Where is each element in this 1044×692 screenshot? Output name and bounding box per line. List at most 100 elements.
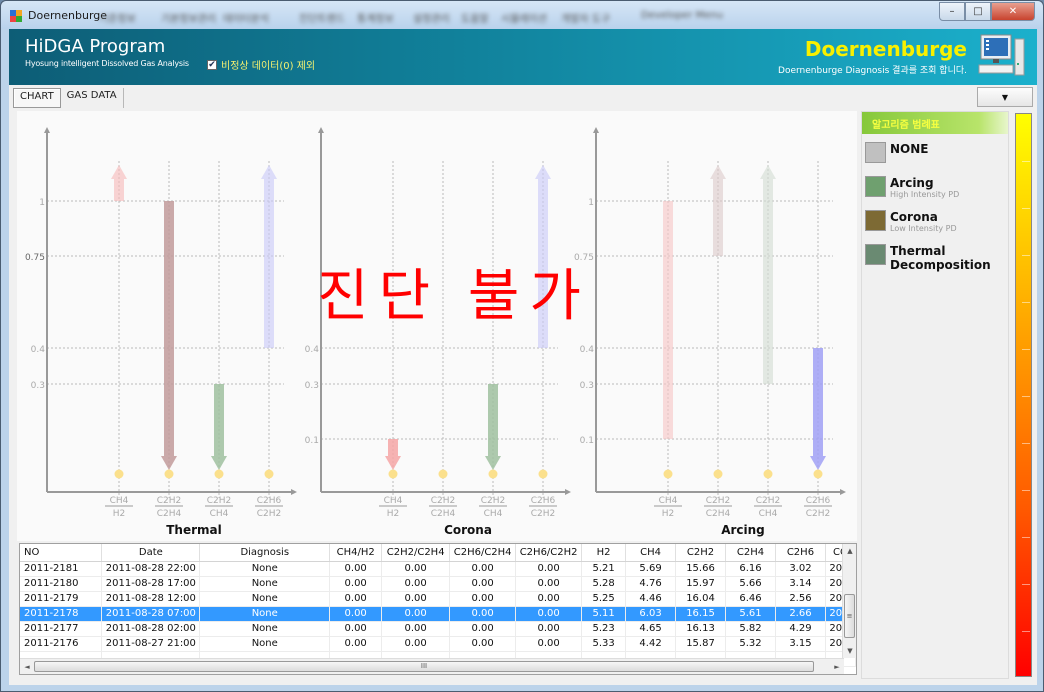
- table-cell: 5.28: [581, 576, 627, 592]
- table-cell: 2011-08-28 12:00: [101, 591, 201, 607]
- column-header[interactable]: C2H6: [775, 544, 826, 562]
- category-label-numerator: C2H6: [531, 496, 556, 506]
- table-cell: 0.00: [449, 576, 517, 592]
- table-cell: 0.00: [329, 621, 383, 637]
- column-header[interactable]: C2H4: [725, 544, 776, 562]
- table-cell: 2011-2177: [20, 621, 103, 637]
- table-cell: 5.23: [581, 621, 627, 637]
- y-tick-label: 0.4: [31, 345, 46, 355]
- range-bar: [713, 179, 723, 256]
- legend-item: Corona Low Intensity PD: [862, 206, 1008, 240]
- table-cell: 6.16: [725, 561, 776, 577]
- horizontal-scrollbar[interactable]: ◄ III ►: [20, 658, 844, 674]
- menu-item[interactable]: 통계정보: [357, 10, 394, 25]
- table-cell: None: [199, 606, 331, 622]
- menu-item[interactable]: 데이터분석: [223, 10, 269, 25]
- category-label-denominator: C2H2: [531, 509, 556, 519]
- data-point: [763, 469, 773, 479]
- column-header[interactable]: C2H6/C2H4: [449, 544, 517, 562]
- table-cell: 0.00: [515, 561, 583, 577]
- category-label-numerator: CH4: [110, 496, 129, 506]
- close-button[interactable]: ✕: [991, 2, 1035, 21]
- page-title: Doernenburge: [804, 37, 967, 61]
- table-cell: 5.82: [725, 621, 776, 637]
- column-header[interactable]: NO: [20, 544, 103, 562]
- table-row[interactable]: 2011-2177 2011-08-28 02:00 None 0.00 0.00 0.0…: [20, 621, 856, 637]
- options-dropdown-button[interactable]: ▼: [977, 87, 1033, 107]
- window-controls: – □ ✕: [939, 2, 1035, 21]
- table-cell: 16.04: [675, 591, 726, 607]
- range-bar: [164, 201, 174, 456]
- page-description: Doernenburge Diagnosis 결과를 조회 합니다.: [778, 66, 967, 76]
- range-bar: [663, 201, 673, 439]
- table-cell: 2011-2176: [20, 636, 103, 652]
- range-bar: [488, 384, 498, 456]
- computer-icon: [978, 34, 1025, 76]
- table-cell: 3.15: [775, 636, 826, 652]
- scroll-down-arrow-icon[interactable]: ▼: [843, 644, 856, 658]
- exclude-abnormal-data-checkbox[interactable]: ✔ 비정상 데이터(0) 제외: [207, 57, 315, 72]
- y-tick-label: 0.75: [25, 253, 45, 263]
- category-label-numerator: C2H2: [706, 496, 731, 506]
- category-label-numerator: C2H2: [481, 496, 506, 506]
- table-cell: 2011-08-28 17:00: [101, 576, 201, 592]
- menu-item[interactable]: 시뮬레이션: [501, 10, 547, 25]
- column-header[interactable]: CH4: [625, 544, 677, 562]
- table-cell: 5.66: [725, 576, 776, 592]
- gradient-tick: [1022, 537, 1030, 538]
- category-label-denominator: C2H2: [257, 509, 282, 519]
- table-cell: 0.00: [515, 621, 583, 637]
- menu-item[interactable]: Developer Menu: [641, 10, 723, 21]
- table-row[interactable]: 2011-2181 2011-08-28 22:00 None 0.00 0.00 0.0…: [20, 561, 856, 577]
- table-cell: 3.14: [775, 576, 826, 592]
- column-header[interactable]: C2H2: [675, 544, 726, 562]
- menu-item[interactable]: 설정관리: [413, 10, 450, 25]
- vertical-scrollbar[interactable]: ▲ ≡ ▼: [842, 544, 856, 658]
- menu-item[interactable]: 도움말: [461, 10, 489, 25]
- chart-title: Arcing: [721, 523, 765, 537]
- menu-item[interactable]: 기준정보: [99, 10, 136, 25]
- category-label-numerator: C2H6: [806, 496, 831, 506]
- category-label-numerator: CH4: [659, 496, 678, 506]
- table-cell: 0.00: [329, 636, 383, 652]
- maximize-button[interactable]: □: [965, 2, 991, 21]
- column-header[interactable]: C2H2/C2H4: [381, 544, 451, 562]
- gradient-tick: [1022, 490, 1030, 491]
- no-diagnosis-overlay: 진단 불가: [317, 264, 591, 329]
- horizontal-scroll-thumb[interactable]: III: [34, 661, 814, 672]
- tab-gas-data[interactable]: GAS DATA: [61, 88, 124, 108]
- legend-swatch: [865, 142, 886, 163]
- vertical-scroll-thumb[interactable]: ≡: [844, 594, 855, 638]
- table-cell: 5.61: [725, 606, 776, 622]
- menu-item[interactable]: 개발자 도구: [561, 10, 610, 25]
- checkbox-box[interactable]: ✔: [207, 59, 217, 70]
- column-header[interactable]: Date: [101, 544, 201, 562]
- scroll-right-arrow-icon[interactable]: ►: [830, 659, 844, 674]
- menu-item[interactable]: 기본정보관리: [161, 10, 216, 25]
- table-cell: 0.00: [381, 591, 451, 607]
- table-row[interactable]: 2011-2180 2011-08-28 17:00 None 0.00 0.00 0.0…: [20, 576, 856, 592]
- data-point: [813, 469, 823, 479]
- table-cell: 0.00: [381, 561, 451, 577]
- table-cell: 15.97: [675, 576, 726, 592]
- table-row[interactable]: 2011-2179 2011-08-28 12:00 None 0.00 0.00 0.0…: [20, 591, 856, 607]
- range-bar: [214, 384, 224, 456]
- legend-header: 알고리즘 범례표: [862, 112, 1008, 134]
- category-label-denominator: C2H4: [431, 509, 456, 519]
- range-bar: [114, 179, 124, 201]
- table-row[interactable]: 2011-2176 2011-08-27 21:00 None 0.00 0.00 0.0…: [20, 636, 856, 652]
- minimize-button[interactable]: –: [939, 2, 965, 21]
- scroll-left-arrow-icon[interactable]: ◄: [20, 659, 34, 674]
- column-header[interactable]: Diagnosis: [199, 544, 331, 562]
- y-tick-label: 1: [588, 198, 594, 208]
- column-header[interactable]: CH4/H2: [329, 544, 383, 562]
- range-bar: [388, 439, 398, 456]
- table-row[interactable]: 2011-2178 2011-08-28 07:00 None 0.00 0.00 0.0…: [20, 606, 856, 622]
- menu-item[interactable]: 진단트렌드: [299, 10, 345, 25]
- scroll-up-arrow-icon[interactable]: ▲: [843, 544, 856, 558]
- tab-chart[interactable]: CHART: [13, 88, 61, 108]
- data-point: [663, 469, 673, 479]
- category-label-denominator: C2H2: [806, 509, 831, 519]
- column-header[interactable]: H2: [581, 544, 627, 562]
- column-header[interactable]: C2H6/C2H2: [515, 544, 583, 562]
